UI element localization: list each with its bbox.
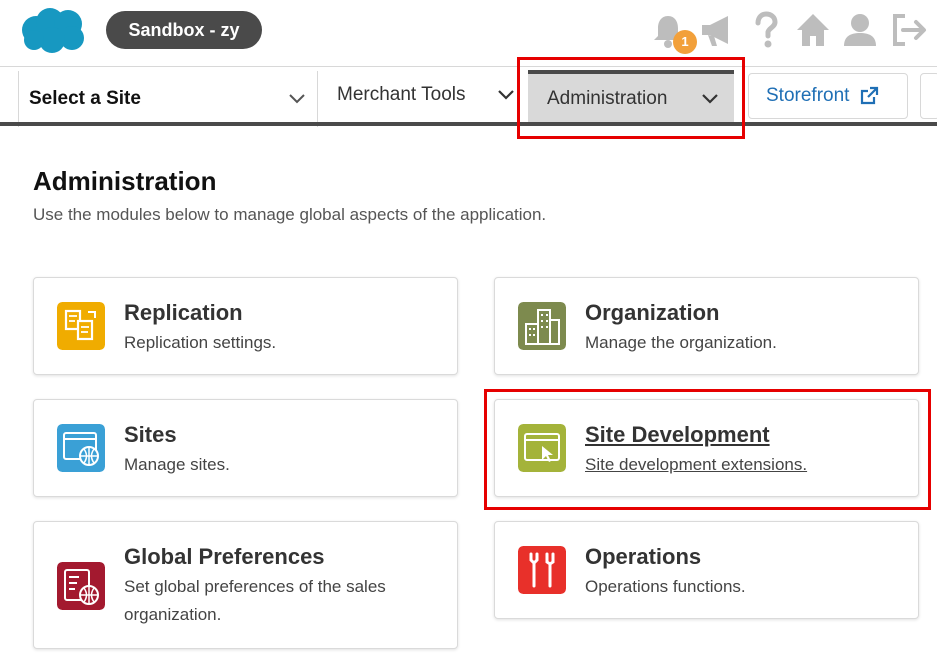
select-site-dropdown[interactable]: Select a Site <box>18 71 318 127</box>
top-header: Sandbox - zy 1 <box>0 0 937 66</box>
replication-icon <box>57 302 105 350</box>
home-icon[interactable] <box>793 10 833 50</box>
sites-title[interactable]: Sites <box>124 422 177 448</box>
replication-card[interactable]: Replication Replication settings. <box>33 277 458 375</box>
storefront-link[interactable]: Storefront <box>748 73 908 119</box>
sites-description: Manage sites. <box>124 455 230 474</box>
megaphone-icon[interactable] <box>696 10 736 50</box>
highlight-box-site-development <box>484 389 931 510</box>
organization-icon <box>518 302 566 350</box>
chevron-down-icon <box>289 94 305 104</box>
organization-description: Manage the organization. <box>585 333 777 352</box>
global-preferences-card[interactable]: Global Preferences Set global preference… <box>33 521 458 649</box>
global-preferences-icon <box>57 562 105 610</box>
storefront-label: Storefront <box>766 85 850 106</box>
sandbox-badge[interactable]: Sandbox - zy <box>106 11 262 49</box>
organization-title[interactable]: Organization <box>585 300 719 326</box>
select-site-label: Select a Site <box>29 88 141 109</box>
help-icon[interactable] <box>746 10 786 50</box>
chevron-down-icon <box>498 90 514 100</box>
global-preferences-title[interactable]: Global Preferences <box>124 544 325 570</box>
replication-title[interactable]: Replication <box>124 300 243 326</box>
replication-description: Replication settings. <box>124 333 277 352</box>
overflow-nav-button[interactable] <box>920 73 937 119</box>
main-navigation: Select a Site Merchant Tools Administrat… <box>0 66 937 127</box>
salesforce-cloud-logo[interactable] <box>18 6 90 54</box>
external-link-icon <box>861 86 879 105</box>
merchant-tools-label: Merchant Tools <box>337 84 466 105</box>
operations-card[interactable]: Operations Operations functions. <box>494 521 919 619</box>
organization-card[interactable]: Organization Manage the organization. <box>494 277 919 375</box>
highlight-box-administration <box>517 57 745 139</box>
operations-icon <box>518 546 566 594</box>
global-preferences-description: Set global preferences of the sales orga… <box>124 577 386 624</box>
page-subtitle: Use the modules below to manage global a… <box>33 205 547 224</box>
sites-card[interactable]: Sites Manage sites. <box>33 399 458 497</box>
page-title: Administration <box>33 166 217 196</box>
logout-icon[interactable] <box>889 10 929 50</box>
merchant-tools-menu[interactable]: Merchant Tools <box>318 67 528 123</box>
notification-count-badge: 1 <box>673 30 697 54</box>
nav-divider <box>0 122 937 126</box>
sites-icon <box>57 424 105 472</box>
operations-title[interactable]: Operations <box>585 544 701 570</box>
operations-description: Operations functions. <box>585 577 746 596</box>
user-icon[interactable] <box>840 10 880 50</box>
